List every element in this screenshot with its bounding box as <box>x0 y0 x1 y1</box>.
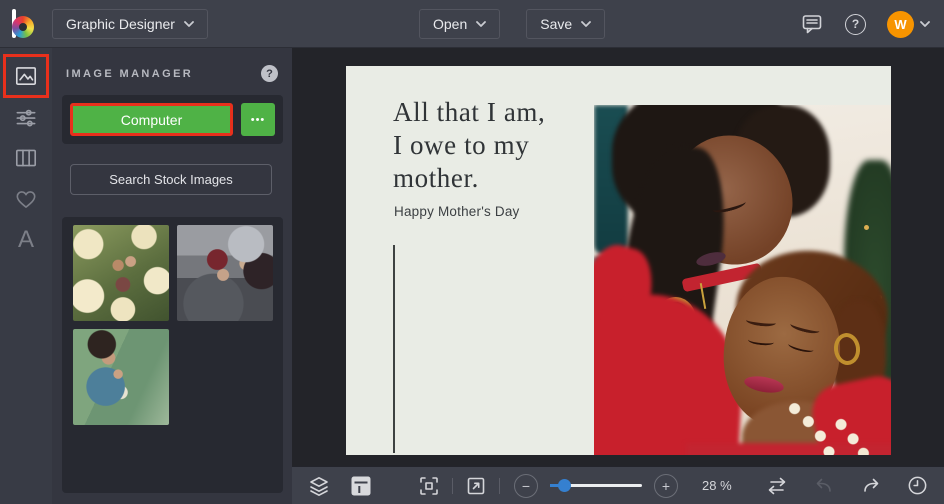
toolbar-divider <box>499 477 500 494</box>
thumbnail-mother-child-winter[interactable] <box>177 225 273 321</box>
image-manager-panel: IMAGE MANAGER ? Computer ••• Search Stoc… <box>52 48 292 504</box>
feedback-chat-icon[interactable] <box>800 12 824 36</box>
sidebar-item-adjustments[interactable] <box>0 97 52 137</box>
preview-fullscreen-button[interactable] <box>465 475 487 497</box>
chevron-down-icon <box>920 21 930 27</box>
photo-layer-mother-daughter[interactable] <box>594 105 891 455</box>
sidebar-item-text[interactable]: A <box>0 220 52 260</box>
zoom-in-button[interactable]: + <box>654 473 678 498</box>
more-sources-button[interactable]: ••• <box>241 103 275 136</box>
text-tool-icon: A <box>17 226 34 253</box>
headline-line-3: mother. <box>393 163 479 193</box>
layers-button[interactable] <box>307 474 331 498</box>
save-label: Save <box>540 16 573 32</box>
undo-button[interactable] <box>812 474 836 498</box>
panel-header: IMAGE MANAGER ? <box>52 48 292 95</box>
photo-pearl-necklace <box>786 400 872 455</box>
zoom-out-button[interactable]: − <box>514 473 538 498</box>
chevron-down-icon <box>476 21 487 27</box>
sidebar-item-layouts[interactable] <box>0 138 52 178</box>
subtitle-text-layer[interactable]: Happy Mother's Day <box>394 204 519 219</box>
headline-text-layer[interactable]: All that I am, I owe to my mother. <box>393 96 545 195</box>
favorites-heart-icon <box>16 191 36 208</box>
photo-daughter-red-top <box>594 290 747 455</box>
panel-help-icon[interactable]: ? <box>261 65 278 82</box>
adjustments-icon <box>16 109 36 127</box>
computer-upload-button[interactable]: Computer <box>70 103 233 136</box>
save-button[interactable]: Save <box>526 9 606 39</box>
chevron-down-icon <box>184 20 194 27</box>
toolbar-divider <box>452 477 453 494</box>
topbar-right-group: ? W <box>800 0 930 48</box>
open-label: Open <box>433 16 468 32</box>
headline-line-2: I owe to my <box>393 130 530 160</box>
redo-button[interactable] <box>859 474 883 498</box>
history-clock-button[interactable] <box>906 474 929 497</box>
image-manager-icon <box>15 67 37 85</box>
panel-title: IMAGE MANAGER <box>66 67 194 80</box>
thumbnail-mother-child-stream[interactable] <box>73 329 169 425</box>
search-stock-images-button[interactable]: Search Stock Images <box>70 164 272 195</box>
thumbnail-mother-child-roses[interactable] <box>73 225 169 321</box>
headline-line-1: All that I am, <box>393 97 546 127</box>
top-bar: Graphic Designer Open Save ? W <box>0 0 944 48</box>
avatar[interactable]: W <box>887 10 914 38</box>
befunky-logo-icon[interactable] <box>8 7 40 41</box>
sidebar-item-image-manager[interactable] <box>0 54 52 98</box>
app-mode-label: Graphic Designer <box>66 15 175 32</box>
thumbnail-grid <box>62 217 283 493</box>
topbar-center-group: Open Save <box>419 9 606 39</box>
canvas-toolbar: − + 28 % <box>292 466 944 504</box>
app-window: Graphic Designer Open Save ? W A IMAGE M… <box>0 0 944 504</box>
photo-light-dot <box>864 225 869 230</box>
design-card[interactable]: All that I am, I owe to my mother. Happy… <box>346 66 891 455</box>
sidebar-item-favorites[interactable] <box>0 179 52 219</box>
layout-columns-icon <box>15 149 37 167</box>
tool-sidebar: A <box>0 48 52 504</box>
fit-to-screen-button[interactable] <box>418 475 440 497</box>
zoom-level-value: 28 % <box>702 478 732 493</box>
upload-button-row: Computer ••• <box>62 95 283 144</box>
canvas-settings-button[interactable] <box>350 475 372 497</box>
zoom-slider-handle[interactable] <box>558 479 571 492</box>
chevron-down-icon <box>581 21 592 27</box>
open-button[interactable]: Open <box>419 9 501 39</box>
zoom-slider[interactable] <box>550 479 642 492</box>
logo-rainbow-circle <box>12 15 34 38</box>
compare-toggle-button[interactable] <box>765 474 789 498</box>
account-menu[interactable]: W <box>887 10 930 38</box>
app-mode-dropdown[interactable]: Graphic Designer <box>52 8 208 39</box>
help-icon[interactable]: ? <box>845 13 866 35</box>
vertical-line-layer[interactable] <box>393 245 395 453</box>
history-tools-group <box>765 474 929 498</box>
design-canvas-area[interactable]: All that I am, I owe to my mother. Happy… <box>292 48 944 466</box>
